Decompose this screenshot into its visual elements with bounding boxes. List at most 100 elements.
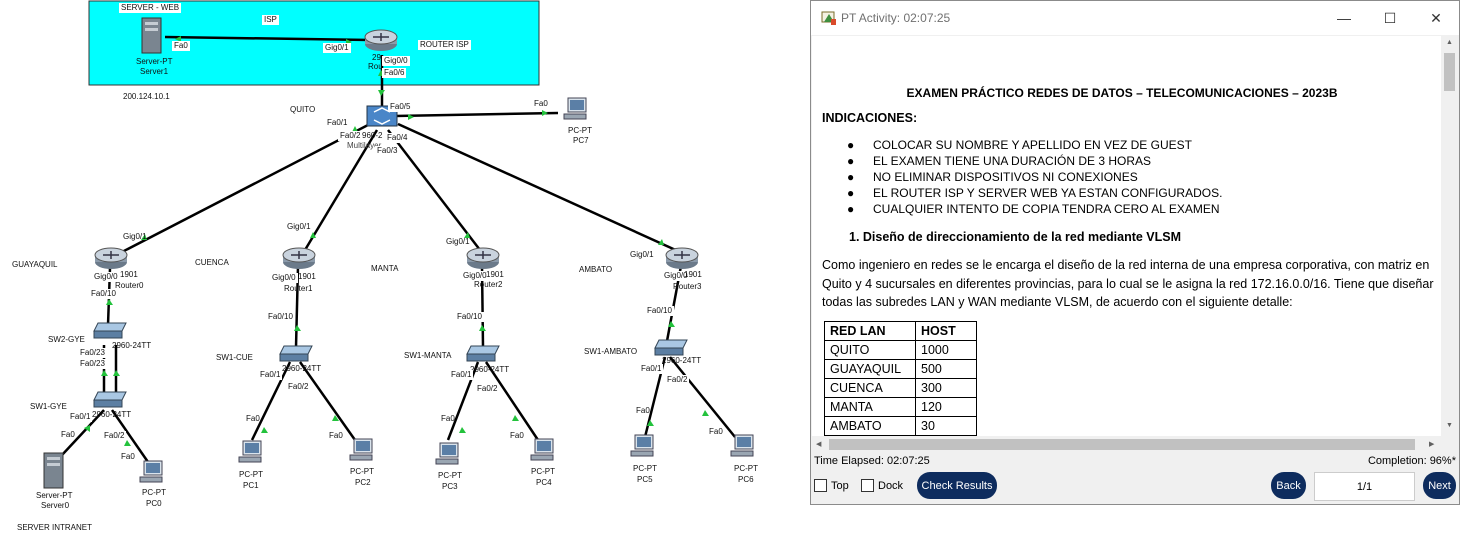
minimize-button[interactable]: — (1321, 1, 1367, 35)
hosts-table: RED LAN HOST QUITO 1000 GUAYAQUIL 500 CUEN… (824, 321, 977, 436)
title-bar[interactable]: PT Activity: 02:07:25 — ☐ ✕ (811, 1, 1459, 35)
port-label: Fa0/23 (78, 348, 107, 358)
bullet-icon: ● (847, 186, 855, 200)
port-label: Fa0/2 (102, 431, 127, 441)
table-cell: 300 (915, 378, 977, 398)
device-name-label: Router2 (474, 280, 503, 289)
device-name-label: PC5 (637, 475, 653, 484)
port-label: Gig0/1 (446, 237, 470, 246)
sw1-gye-icon[interactable] (92, 391, 128, 409)
router3-icon[interactable] (665, 246, 699, 270)
time-elapsed: Time Elapsed: 02:07:25 (814, 455, 930, 467)
instructions-pane[interactable]: EXAMEN PRÁCTICO REDES DE DATOS – TELECOM… (812, 36, 1441, 436)
bullet-icon: ● (847, 138, 855, 152)
pc3-icon[interactable] (434, 442, 460, 466)
sw1-ambato-icon[interactable] (653, 339, 689, 357)
table-cell: CUENCA (824, 378, 916, 398)
scroll-thumb[interactable] (1444, 53, 1455, 91)
minimize-icon: — (1337, 10, 1351, 26)
table-row: QUITO 1000 (824, 340, 977, 360)
device-type-label: 1901 (298, 272, 316, 281)
device-type-label: PC-PT (734, 464, 758, 473)
device-name-label: PC3 (442, 482, 458, 491)
port-label: Fa0/1 (327, 118, 348, 127)
close-button[interactable]: ✕ (1413, 1, 1459, 35)
port-label: Fa0/1 (258, 370, 283, 380)
scroll-thumb[interactable] (829, 439, 1415, 450)
back-button[interactable]: Back (1271, 472, 1306, 499)
assignment-paragraph: Como ingeniero en redes se le encarga el… (822, 258, 1434, 309)
table-cell: AMBATO (824, 416, 916, 436)
packet-tracer-icon (821, 11, 836, 25)
device-type-label: PC-PT (438, 471, 462, 480)
port-label: Fa0/23 (78, 359, 107, 369)
router1-icon[interactable] (282, 246, 316, 270)
server1-icon[interactable] (140, 17, 164, 55)
completion-status: Completion: 96%* (1367, 455, 1456, 467)
table-row: MANTA 120 (824, 397, 977, 417)
server0-icon[interactable] (42, 452, 66, 490)
next-button[interactable]: Next (1423, 472, 1456, 499)
port-label: Gig0/0 (270, 273, 298, 283)
scroll-up-icon[interactable]: ▲ (1446, 39, 1453, 46)
port-label: Fa0/2 (338, 131, 363, 141)
site-label-manta: MANTA (371, 264, 399, 273)
scroll-down-icon[interactable]: ▼ (1446, 422, 1453, 429)
vertical-scrollbar[interactable]: ▲ ▼ (1441, 36, 1458, 436)
server-web-label: SERVER - WEB (119, 3, 182, 13)
device-name-label: Rou (368, 62, 383, 71)
sw2-gye-icon[interactable] (92, 322, 128, 340)
site-label-ambato: AMBATO (579, 265, 613, 274)
router2-icon[interactable] (466, 246, 500, 270)
table-row: GUAYAQUIL 500 (824, 359, 977, 379)
port-label: Fa0/1 (639, 364, 664, 374)
device-name-label: PC0 (146, 499, 162, 508)
dock-checkbox[interactable] (861, 479, 874, 492)
port-label: Fa0 (709, 427, 723, 436)
table-cell: 30 (915, 416, 977, 436)
table-row: CUENCA 300 (824, 378, 977, 398)
port-label: Fa0/5 (388, 102, 413, 112)
top-checkbox[interactable] (814, 479, 827, 492)
horizontal-scrollbar[interactable]: ◀ ▶ (812, 436, 1441, 453)
router0-icon[interactable] (94, 246, 128, 270)
section-heading: 1. Diseño de direccionamiento de la red … (849, 230, 1182, 244)
port-label: Gig0/1 (630, 250, 654, 259)
bullet-icon: ● (847, 154, 855, 168)
device-type-label: PC-PT (531, 467, 555, 476)
scroll-left-icon[interactable]: ◀ (816, 440, 821, 448)
pc6-icon[interactable] (729, 434, 755, 458)
maximize-button[interactable]: ☐ (1367, 1, 1413, 35)
device-type-label: 2960-24TT (470, 365, 510, 374)
pc7-icon[interactable] (562, 97, 588, 121)
pc4-icon[interactable] (529, 438, 555, 462)
router-isp-icon[interactable] (364, 28, 398, 52)
device-name-label: Server0 (41, 501, 70, 510)
device-type-label: 2960-24TT (282, 364, 322, 373)
close-icon: ✕ (1430, 9, 1442, 26)
sw1-manta-icon[interactable] (465, 345, 501, 363)
device-type-label: PC-PT (568, 126, 592, 135)
pc1-icon[interactable] (237, 440, 263, 464)
port-label: Fa0 (441, 414, 455, 423)
check-results-button[interactable]: Check Results (917, 472, 997, 499)
table-row: AMBATO 30 (824, 416, 977, 436)
table-cell: 1000 (915, 340, 977, 360)
port-label: Fa0/1 (449, 370, 474, 380)
device-type-label: Server-PT (136, 57, 173, 66)
switch-label: SW1-CUE (216, 353, 253, 362)
pc0-icon[interactable] (138, 460, 164, 484)
pc5-icon[interactable] (629, 434, 655, 458)
list-item-text: EL ROUTER ISP Y SERVER WEB YA ESTAN CONF… (873, 186, 1223, 200)
device-name-label: PC7 (573, 136, 589, 145)
scroll-right-icon[interactable]: ▶ (1429, 440, 1434, 448)
pc2-icon[interactable] (348, 438, 374, 462)
device-name-label: Router0 (115, 281, 144, 290)
server-intranet-label: SERVER INTRANET (17, 523, 92, 532)
list-item-text: CUALQUIER INTENTO DE COPIA TENDRA CERO A… (873, 202, 1220, 216)
sw1-cue-icon[interactable] (278, 345, 314, 363)
topology-canvas[interactable]: SERVER - WEB ISP ROUTER ISP Fa0 Gig0/1 S… (0, 0, 805, 543)
port-label: Fa0/10 (645, 306, 674, 316)
device-type-label: PC-PT (142, 488, 166, 497)
device-name-label: Router3 (673, 282, 702, 291)
